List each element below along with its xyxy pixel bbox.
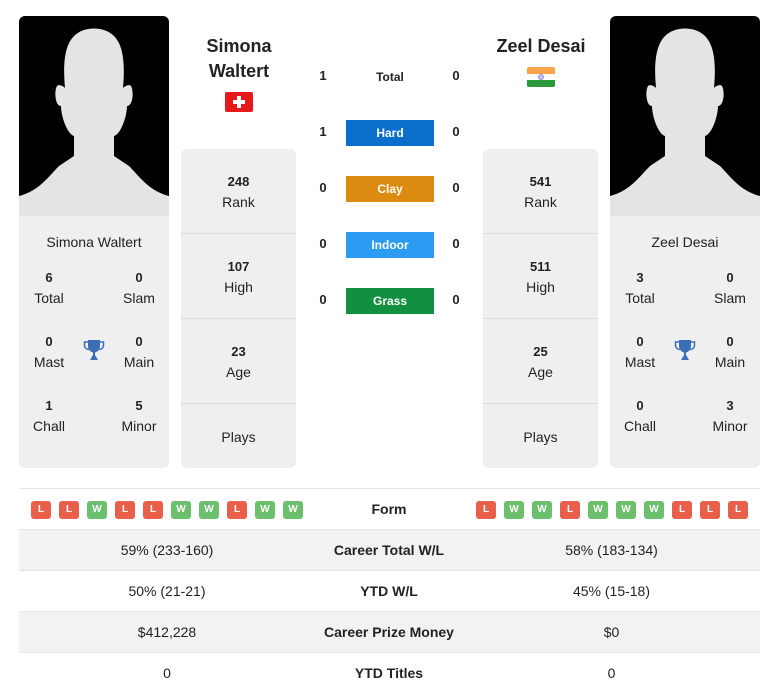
surface-total-badge[interactable]: Total bbox=[346, 64, 434, 90]
h2h-left-count: 0 bbox=[319, 180, 327, 195]
h2h-right-count: 0 bbox=[452, 124, 460, 139]
form-loss-badge[interactable]: L bbox=[728, 501, 748, 519]
form-win-badge[interactable]: W bbox=[255, 501, 275, 519]
player1-name[interactable]: Simona Waltert bbox=[179, 34, 299, 84]
h2h-left-count: 0 bbox=[319, 292, 327, 307]
player2-plays: Plays bbox=[523, 429, 558, 445]
player1-chall-titles: 1 Chall bbox=[33, 398, 65, 434]
stat-row-career-wl: 59% (233-160) Career Total W/L 58% (183-… bbox=[19, 529, 760, 570]
form-win-badge[interactable]: W bbox=[199, 501, 219, 519]
player2-rank: 541 Rank bbox=[483, 149, 598, 234]
stat-right: 58% (183-134) bbox=[565, 542, 658, 558]
form-label: Form bbox=[371, 501, 407, 517]
player1-form: LLWLLWWLWW bbox=[31, 501, 303, 519]
player2-slam-titles: 0 Slam bbox=[714, 270, 746, 306]
player1-total-titles: 6 Total bbox=[34, 270, 64, 306]
player2-name[interactable]: Zeel Desai bbox=[481, 34, 601, 59]
stat-row-ytd-wl: 50% (21-21) YTD W/L 45% (15-18) bbox=[19, 570, 760, 611]
player2-mast-titles: 0 Mast bbox=[624, 334, 656, 370]
stat-row-prize-money: $412,228 Career Prize Money $0 bbox=[19, 611, 760, 652]
surface-clay-badge[interactable]: Clay bbox=[346, 176, 434, 202]
player1-info: 248 Rank 107 High 23 Age Plays bbox=[181, 149, 296, 468]
stat-right: 0 bbox=[607, 665, 616, 681]
form-win-badge[interactable]: W bbox=[532, 501, 552, 519]
surface-hard-badge[interactable]: Hard bbox=[346, 120, 434, 146]
stat-right: $0 bbox=[603, 624, 620, 640]
player2-chall-titles: 0 Chall bbox=[624, 398, 656, 434]
form-loss-badge[interactable]: L bbox=[31, 501, 51, 519]
stat-left: 0 bbox=[163, 665, 171, 681]
stat-right: 45% (15-18) bbox=[572, 583, 651, 599]
player1-titles: 6 Total 0 Slam 0 Mast 0 Main 1 Chall 5 Minor bbox=[19, 250, 169, 450]
h2h-row-clay: 0 Clay 0 bbox=[310, 176, 470, 202]
stat-label: YTD Titles bbox=[354, 665, 424, 681]
stats-table: LLWLLWWLWW Form LWWLWWWLLL 59% (233-160)… bbox=[19, 488, 760, 693]
form-loss-badge[interactable]: L bbox=[59, 501, 79, 519]
player1-main-titles: 0 Main bbox=[123, 334, 155, 370]
form-loss-badge[interactable]: L bbox=[672, 501, 692, 519]
form-loss-badge[interactable]: L bbox=[227, 501, 247, 519]
player2-info: 541 Rank 511 High 25 Age Plays bbox=[483, 149, 598, 468]
player1-mast-titles: 0 Mast bbox=[33, 334, 65, 370]
player1-rank: 248 Rank bbox=[181, 149, 296, 234]
player1-card: Simona Waltert 6 Total 0 Slam 0 Mast 0 Main … bbox=[19, 16, 169, 468]
stat-row-ytd-titles: 0 YTD Titles 0 bbox=[19, 652, 760, 693]
india-flag-icon bbox=[527, 67, 555, 87]
h2h-right-count: 0 bbox=[452, 68, 460, 83]
h2h-left-count: 1 bbox=[319, 124, 327, 139]
player2-main-titles: 0 Main bbox=[714, 334, 746, 370]
player1-high: 107 High bbox=[181, 234, 296, 319]
player2-titles: 3 Total 0 Slam 0 Mast 0 Main 0 Chall 3 Minor bbox=[610, 250, 760, 450]
silhouette-icon bbox=[610, 28, 760, 216]
h2h-left-count: 1 bbox=[319, 68, 327, 83]
form-win-badge[interactable]: W bbox=[644, 501, 664, 519]
form-win-badge[interactable]: W bbox=[283, 501, 303, 519]
player2-form: LWWLWWWLLL bbox=[476, 501, 748, 519]
stat-left: $412,228 bbox=[137, 624, 197, 640]
stat-label: YTD W/L bbox=[360, 583, 418, 599]
form-win-badge[interactable]: W bbox=[504, 501, 524, 519]
stat-left: 59% (233-160) bbox=[120, 542, 214, 558]
player1-minor-titles: 5 Minor bbox=[121, 398, 157, 434]
form-win-badge[interactable]: W bbox=[87, 501, 107, 519]
stat-label: Career Total W/L bbox=[333, 542, 445, 558]
form-loss-badge[interactable]: L bbox=[143, 501, 163, 519]
player1-card-name: Simona Waltert bbox=[46, 234, 142, 250]
h2h-right-count: 0 bbox=[452, 180, 460, 195]
h2h-row-total: 1 Total 0 bbox=[310, 64, 470, 90]
trophy-icon bbox=[83, 340, 105, 360]
player2-photo bbox=[610, 16, 760, 216]
h2h-row-indoor: 0 Indoor 0 bbox=[310, 232, 470, 258]
form-loss-badge[interactable]: L bbox=[700, 501, 720, 519]
player2-minor-titles: 3 Minor bbox=[712, 398, 748, 434]
surface-indoor-badge[interactable]: Indoor bbox=[346, 232, 434, 258]
switzerland-flag-icon bbox=[225, 92, 253, 112]
trophy-icon bbox=[674, 340, 696, 360]
form-win-badge[interactable]: W bbox=[616, 501, 636, 519]
player2-age: 25 Age bbox=[483, 319, 598, 404]
silhouette-icon bbox=[19, 28, 169, 216]
h2h-right-count: 0 bbox=[452, 236, 460, 251]
h2h-row-grass: 0 Grass 0 bbox=[310, 288, 470, 314]
player1-photo bbox=[19, 16, 169, 216]
player2-card: Zeel Desai 3 Total 0 Slam 0 Mast 0 Main 0 Cha… bbox=[610, 16, 760, 468]
surface-grass-badge[interactable]: Grass bbox=[346, 288, 434, 314]
player1-age: 23 Age bbox=[181, 319, 296, 404]
player2-high: 511 High bbox=[483, 234, 598, 319]
h2h-row-hard: 1 Hard 0 bbox=[310, 120, 470, 146]
form-row: LLWLLWWLWW Form LWWLWWWLLL bbox=[19, 488, 760, 529]
form-loss-badge[interactable]: L bbox=[115, 501, 135, 519]
player1-plays: Plays bbox=[221, 429, 256, 445]
h2h-left-count: 0 bbox=[319, 236, 327, 251]
form-win-badge[interactable]: W bbox=[588, 501, 608, 519]
player2-card-name: Zeel Desai bbox=[651, 234, 719, 250]
h2h-right-count: 0 bbox=[452, 292, 460, 307]
form-win-badge[interactable]: W bbox=[171, 501, 191, 519]
form-loss-badge[interactable]: L bbox=[560, 501, 580, 519]
stat-left: 50% (21-21) bbox=[128, 583, 206, 599]
form-loss-badge[interactable]: L bbox=[476, 501, 496, 519]
stat-label: Career Prize Money bbox=[324, 624, 454, 640]
player2-total-titles: 3 Total bbox=[625, 270, 655, 306]
player1-slam-titles: 0 Slam bbox=[123, 270, 155, 306]
